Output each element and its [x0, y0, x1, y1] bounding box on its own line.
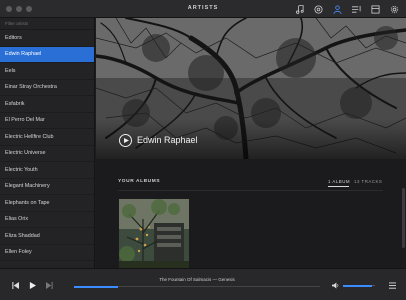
divider: [118, 190, 383, 191]
settings-icon: [390, 5, 399, 13]
artist-detail: Edwin Raphael YOUR ALBUMS 1 ALBUM 13 TRA…: [96, 18, 406, 268]
play-artist-button[interactable]: [119, 134, 132, 147]
albums-view-button[interactable]: [369, 3, 382, 15]
previous-track-button[interactable]: [10, 280, 20, 290]
active-tab-underline: [328, 186, 349, 187]
album-artwork: [119, 199, 189, 268]
progress-fill: [74, 285, 119, 288]
queue-icon: [388, 281, 396, 289]
now-playing-text: The Fountain Of Salmacis — Genesis: [159, 277, 235, 282]
artist-list-item[interactable]: Electric Hellfire Club: [0, 129, 94, 146]
album-icon: [371, 4, 380, 14]
artist-list-item[interactable]: Eliza Shaddad: [0, 228, 94, 245]
artist-list-item[interactable]: Ellen Foley: [0, 245, 94, 261]
tab-tracks[interactable]: 13 TRACKS: [354, 179, 382, 184]
artist-list-item[interactable]: Editors: [0, 30, 94, 47]
songs-view-button[interactable]: [293, 3, 306, 15]
albums-header: YOUR ALBUMS 1 ALBUM 13 TRACKS: [118, 179, 383, 189]
artist-list: Editors Edwin Raphael Eels Einar Stray Orch…: [0, 30, 94, 261]
artist-name: Edwin Raphael: [137, 135, 198, 145]
title-bar: ARTISTS: [0, 0, 406, 18]
previous-icon: [11, 281, 19, 289]
artist-list-item[interactable]: Electric Youth: [0, 162, 94, 179]
artist-list-item[interactable]: Esfabrik: [0, 96, 94, 113]
artist-list-item[interactable]: Elias Orix: [0, 212, 94, 228]
playlist-icon: [352, 5, 361, 13]
artist-icon: [333, 4, 342, 14]
artist-sidebar: Filter artists Editors Edwin Raphael Eels E…: [0, 18, 95, 268]
toolbar: [293, 3, 401, 15]
radio-view-button[interactable]: [312, 3, 325, 15]
next-track-button[interactable]: [44, 280, 54, 290]
playlists-view-button[interactable]: [350, 3, 363, 15]
play-pause-button[interactable]: [27, 280, 37, 290]
volume-button[interactable]: [330, 280, 340, 290]
artist-list-item[interactable]: Eels: [0, 63, 94, 80]
music-note-icon: [296, 4, 304, 14]
artist-list-item[interactable]: Einar Stray Orchestra: [0, 80, 94, 96]
artist-list-item[interactable]: Elegant Machinery: [0, 179, 94, 195]
album-cover[interactable]: [119, 199, 189, 268]
volume-icon: [331, 281, 338, 289]
artist-list-item[interactable]: Edwin Raphael: [0, 46, 94, 63]
radio-icon: [314, 4, 323, 14]
artist-list-item[interactable]: El Perro Del Mar: [0, 113, 94, 129]
albums-title: YOUR ALBUMS: [118, 179, 161, 184]
play-icon: [29, 281, 36, 289]
artist-list-item[interactable]: Electric Universe: [0, 146, 94, 162]
queue-button[interactable]: [387, 280, 397, 290]
content-scrollbar[interactable]: [402, 188, 405, 248]
filter-artists-input[interactable]: Filter artists: [0, 18, 94, 30]
tab-albums[interactable]: 1 ALBUM: [328, 179, 350, 184]
next-icon: [45, 281, 53, 289]
artists-view-button[interactable]: [331, 3, 344, 15]
play-icon: [123, 138, 129, 143]
artist-list-item[interactable]: Elephants on Tape: [0, 195, 94, 212]
player-bar: The Fountain Of Salmacis — Genesis: [0, 268, 406, 300]
settings-button[interactable]: [388, 3, 401, 15]
volume-fill: [343, 284, 372, 287]
